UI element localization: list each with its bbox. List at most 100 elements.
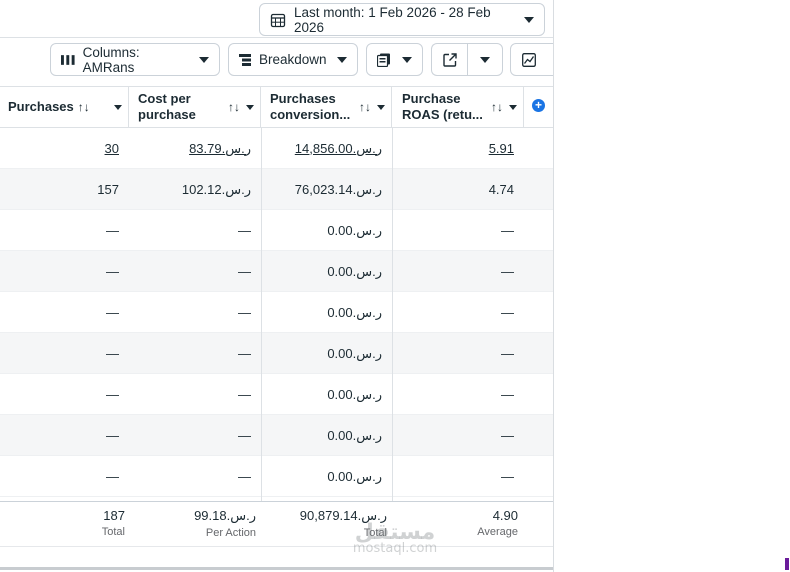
cell-value: —	[238, 428, 251, 443]
table-cell-cost: 102.12.ر.س	[129, 169, 261, 210]
edge-marker	[785, 558, 789, 570]
ads-table-panel: Last month: 1 Feb 2026 - 28 Feb 2026 Col…	[0, 0, 554, 572]
cell-value: 102.12.ر.س	[181, 181, 251, 197]
table-row[interactable]: 30 83.79.ر.س 14,856.00.ر.س 5.91	[0, 128, 553, 169]
reports-button[interactable]	[366, 43, 423, 76]
cell-value: —	[106, 305, 119, 320]
sort-icon[interactable]: ↑↓	[359, 100, 371, 114]
table-cell-cost: —	[129, 292, 261, 333]
cell-value: —	[501, 469, 514, 484]
column-header-label: Purchases conversion...	[270, 91, 355, 123]
breakdown-button[interactable]: Breakdown	[228, 43, 358, 76]
table-cell-conversion[interactable]: 14,856.00.ر.س	[261, 128, 392, 169]
chevron-down-icon[interactable]	[114, 104, 122, 110]
cell-value: —	[106, 346, 119, 361]
table-cell-conversion: 0.00.ر.س	[261, 292, 392, 333]
cell-value: —	[106, 264, 119, 279]
horizontal-scrollbar-area	[0, 546, 553, 572]
cell-value: —	[501, 305, 514, 320]
table-cell-purchases: —	[0, 374, 129, 415]
column-header-label: Cost per purchase	[138, 91, 224, 123]
table-row[interactable]: — — 0.00.ر.س —	[0, 251, 553, 292]
total-value: 99.18.ر.س	[194, 508, 256, 523]
table-cell-roas: —	[392, 456, 524, 497]
cell-value: —	[106, 223, 119, 238]
chevron-down-icon[interactable]	[509, 104, 517, 110]
column-header-line: Purchase	[402, 91, 461, 106]
cell-value: —	[238, 469, 251, 484]
table-row[interactable]: 157 102.12.ر.س 76,023.14.ر.س 4.74	[0, 169, 553, 210]
breakdown-label: Breakdown	[259, 52, 327, 67]
total-caption: Total	[101, 526, 125, 538]
cell-value: 30	[104, 141, 119, 156]
horizontal-scrollbar[interactable]	[0, 567, 553, 570]
sort-icon[interactable]: ↑↓	[491, 100, 503, 114]
cell-value: —	[501, 428, 514, 443]
cell-value: 76,023.14.ر.س	[294, 181, 382, 197]
chart-button[interactable]	[510, 43, 553, 76]
cell-value: —	[238, 223, 251, 238]
table-cell-conversion: 0.00.ر.س	[261, 251, 392, 292]
table-totals-row: 187 Total 99.18.ر.س Per Action 90,879.14…	[0, 501, 553, 546]
cell-value: —	[238, 305, 251, 320]
table-cell-purchases: —	[0, 333, 129, 374]
table-cell-roas: —	[392, 210, 524, 251]
table-cell-cost: —	[129, 251, 261, 292]
cell-value: 0.00.ر.س	[327, 345, 382, 361]
table-cell-roas: —	[392, 415, 524, 456]
watermark-logo: مستقل mostaql.com	[345, 520, 445, 556]
table-row[interactable]: — — 0.00.ر.س —	[0, 456, 553, 497]
table-cell-purchases: —	[0, 210, 129, 251]
column-header-purchases-conversion[interactable]: Purchases conversion... ↑↓	[261, 87, 392, 127]
cell-value: 0.00.ر.س	[327, 263, 382, 279]
table-header-row: Purchases ↑↓ Cost per purchase ↑↓ Purcha…	[0, 86, 553, 128]
table-row[interactable]: — — 0.00.ر.س —	[0, 415, 553, 456]
table-cell-cost: —	[129, 210, 261, 251]
column-header-purchases[interactable]: Purchases ↑↓	[0, 87, 129, 127]
table-cell-conversion: 0.00.ر.س	[261, 210, 392, 251]
toolbar-divider	[0, 37, 553, 38]
table-cell-roas[interactable]: 5.91	[392, 128, 524, 169]
cell-value: 0.00.ر.س	[327, 386, 382, 402]
table-cell-purchases: —	[0, 415, 129, 456]
table-cell-roas: —	[392, 374, 524, 415]
table-cell-conversion: 0.00.ر.س	[261, 333, 392, 374]
chevron-down-icon[interactable]	[246, 104, 254, 110]
table-row[interactable]: — — 0.00.ر.س —	[0, 210, 553, 251]
table-cell-roas: —	[392, 292, 524, 333]
add-column-icon[interactable]: +	[532, 99, 545, 112]
sort-icon[interactable]: ↑↓	[228, 100, 240, 114]
table-cell-roas: —	[392, 251, 524, 292]
table-row[interactable]: — — 0.00.ر.س —	[0, 374, 553, 415]
column-header-label: Purchases	[8, 99, 74, 114]
total-cost-per-purchase: 99.18.ر.س Per Action	[135, 508, 266, 539]
table-cell-roas: 4.74	[392, 169, 524, 210]
columns-button[interactable]: Columns: AMRans	[50, 43, 220, 76]
cell-value: 0.00.ر.س	[327, 427, 382, 443]
breakdown-icon	[239, 53, 251, 66]
chevron-down-icon	[524, 16, 534, 23]
cell-value: —	[106, 469, 119, 484]
cell-value: —	[238, 346, 251, 361]
column-header-line: ROAS (retu...	[402, 107, 483, 122]
table-cell-cost[interactable]: 83.79.ر.س	[129, 128, 261, 169]
table-cell-purchases: 157	[0, 169, 129, 210]
date-range-button[interactable]: Last month: 1 Feb 2026 - 28 Feb 2026	[259, 3, 545, 36]
columns-label: Columns: AMRans	[82, 44, 140, 75]
export-button[interactable]	[431, 43, 467, 76]
table-row[interactable]: — — 0.00.ر.س —	[0, 333, 553, 374]
table-row[interactable]: — — 0.00.ر.س —	[0, 292, 553, 333]
calendar-icon	[270, 13, 286, 27]
cell-value: —	[238, 387, 251, 402]
table-cell-roas: —	[392, 333, 524, 374]
table-cell-purchases[interactable]: 30	[0, 128, 129, 169]
chevron-down-icon[interactable]	[377, 104, 385, 110]
cell-value: 0.00.ر.س	[327, 222, 382, 238]
sort-icon[interactable]: ↑↓	[78, 100, 90, 114]
cell-value: —	[238, 264, 251, 279]
column-header-cost-per-purchase[interactable]: Cost per purchase ↑↓	[129, 87, 261, 127]
export-dropdown-button[interactable]	[467, 43, 503, 76]
cell-value: —	[501, 346, 514, 361]
column-divider	[261, 128, 262, 501]
column-header-purchase-roas[interactable]: Purchase ROAS (retu... ↑↓	[392, 87, 524, 127]
